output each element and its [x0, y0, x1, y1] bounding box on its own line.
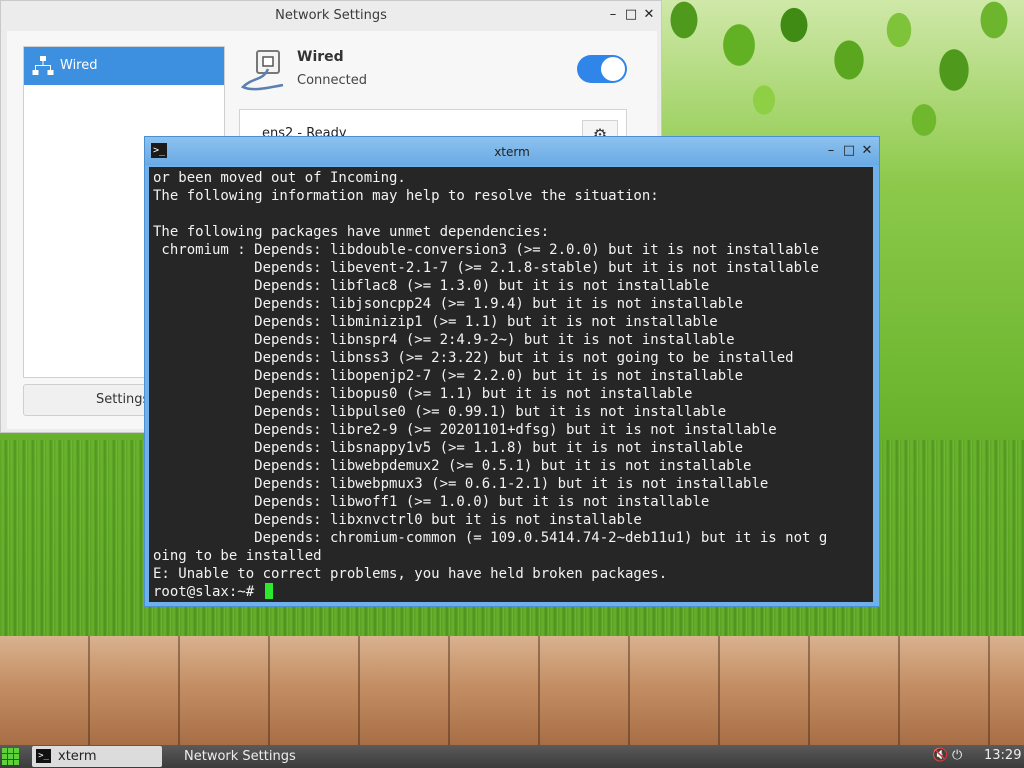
terminal-line: Depends: libflac8 (>= 1.3.0) but it is n…	[254, 278, 710, 294]
terminal-icon: >_	[36, 749, 51, 763]
volume-muted-icon[interactable]: 🔇	[932, 748, 948, 763]
terminal-text: or been moved out of Incoming. The follo…	[149, 167, 873, 601]
minimize-icon[interactable]: –	[823, 143, 839, 159]
terminal-line: Depends: libxnvctrl0 but it is not insta…	[254, 512, 642, 528]
network-wired-icon	[32, 55, 54, 81]
network-port-icon	[240, 50, 284, 91]
terminal-line: Depends: libnspr4 (>= 2:4.9-2~) but it i…	[254, 332, 735, 348]
sidebar-item-wired[interactable]: Wired	[24, 47, 224, 85]
wired-title: Wired	[297, 49, 344, 65]
terminal-prompt: root@slax:~#	[153, 584, 263, 600]
terminal-line: Depends: libjsoncpp24 (>= 1.9.4) but it …	[254, 296, 744, 312]
network-settings-titlebar[interactable]: Network Settings – □ ✕	[1, 1, 661, 31]
terminal-line: Depends: libwoff1 (>= 1.0.0) but it is n…	[254, 494, 710, 510]
terminal-line: Depends: libminizip1 (>= 1.1) but it is …	[254, 314, 718, 330]
app-menu-icon[interactable]	[2, 748, 20, 766]
terminal-line: Depends: chromium-common (= 109.0.5414.7…	[254, 530, 828, 546]
power-icon[interactable]: ⏻	[952, 748, 962, 763]
wired-header: Wired Connected	[239, 47, 367, 99]
terminal-line: Depends: libwebpmux3 (>= 0.6.1-2.1) but …	[254, 476, 769, 492]
xterm-title: xterm	[494, 145, 530, 159]
wired-toggle[interactable]	[577, 55, 627, 83]
terminal-line: chromium : Depends: libdouble-conversion…	[161, 242, 819, 258]
xterm-titlebar[interactable]: >_ xterm – □ ✕	[145, 137, 879, 165]
terminal-line: Depends: libnss3 (>= 2:3.22) but it is n…	[254, 350, 794, 366]
taskbar-item-label: xterm	[58, 749, 97, 764]
maximize-icon[interactable]: □	[623, 7, 639, 23]
terminal-line: Depends: libopenjp2-7 (>= 2.2.0) but it …	[254, 368, 744, 384]
settings-button-label: Settings	[96, 392, 150, 407]
taskbar-item-xterm[interactable]: >_ xterm	[32, 746, 162, 767]
maximize-icon[interactable]: □	[841, 143, 857, 159]
close-icon[interactable]: ✕	[859, 143, 875, 159]
terminal-line: The following information may help to re…	[153, 188, 659, 204]
wired-status: Connected	[297, 73, 368, 88]
taskbar: >_ xterm Network Settings 🔇 ⏻ 13:29	[0, 745, 1024, 768]
terminal-line: Depends: libevent-2.1-7 (>= 2.1.8-stable…	[254, 260, 819, 276]
clock: 13:29	[984, 748, 1022, 763]
terminal-output[interactable]: or been moved out of Incoming. The follo…	[149, 167, 873, 602]
taskbar-item-label: Network Settings	[184, 749, 296, 764]
xterm-window: >_ xterm – □ ✕ or been moved out of Inco…	[144, 136, 880, 607]
wooden-floor-decoration	[0, 636, 1024, 745]
terminal-line: The following packages have unmet depend…	[153, 224, 550, 240]
terminal-line: Depends: libsnappy1v5 (>= 1.1.8) but it …	[254, 440, 744, 456]
terminal-line: Depends: libre2-9 (>= 20201101+dfsg) but…	[254, 422, 777, 438]
terminal-line: Depends: libpulse0 (>= 0.99.1) but it is…	[254, 404, 727, 420]
terminal-line: oing to be installed	[153, 548, 322, 564]
taskbar-item-network-settings[interactable]: Network Settings	[176, 746, 316, 767]
toggle-knob	[601, 57, 625, 81]
minimize-icon[interactable]: –	[605, 7, 621, 23]
close-icon[interactable]: ✕	[641, 7, 657, 23]
network-settings-title: Network Settings	[275, 8, 387, 23]
sidebar-item-label: Wired	[60, 58, 98, 73]
terminal-line: E: Unable to correct problems, you have …	[153, 566, 668, 582]
terminal-cursor	[264, 583, 273, 599]
desktop-wallpaper: Network Settings – □ ✕ Wired Settings Wi…	[0, 0, 1024, 745]
terminal-line: Depends: libopus0 (>= 1.1) but it is not…	[254, 386, 693, 402]
terminal-line: Depends: libwebpdemux2 (>= 0.5.1) but it…	[254, 458, 752, 474]
terminal-line: or been moved out of Incoming.	[153, 170, 406, 186]
